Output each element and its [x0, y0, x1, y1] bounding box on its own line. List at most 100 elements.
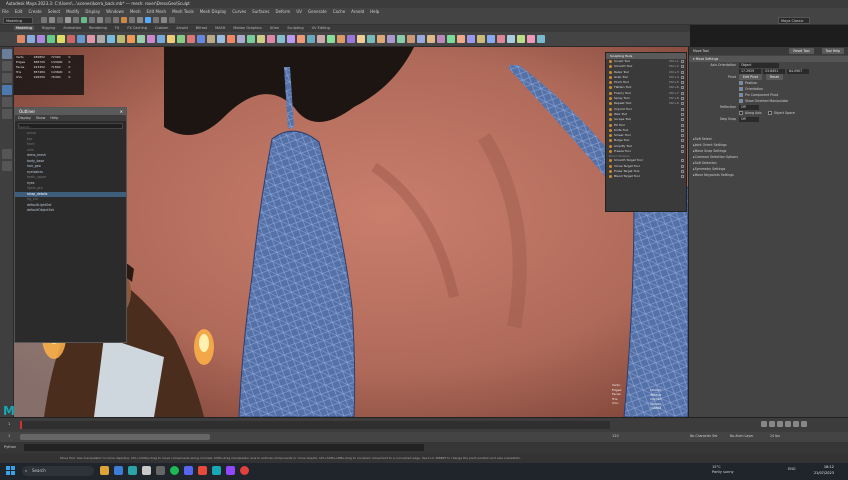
option-box-icon[interactable]: [681, 86, 684, 90]
close-icon[interactable]: ✕: [120, 108, 123, 115]
shelf-tool-icon[interactable]: [237, 35, 245, 43]
range-bar[interactable]: [20, 434, 210, 440]
z-field[interactable]: 84.0907: [787, 68, 809, 74]
shelf-tool-icon[interactable]: [397, 35, 405, 43]
shelf-tool-icon[interactable]: [197, 35, 205, 43]
reflection-dropdown[interactable]: Off: [739, 104, 759, 110]
shelf-tool-icon[interactable]: [77, 35, 85, 43]
object-space-checkbox[interactable]: [767, 111, 772, 115]
option-box-icon[interactable]: [681, 112, 684, 116]
menu-item[interactable]: File: [2, 9, 9, 14]
shelf-tool-icon[interactable]: [457, 35, 465, 43]
option-box-icon[interactable]: [681, 128, 684, 132]
shelf-tool-icon[interactable]: [347, 35, 355, 43]
shelf-tab[interactable]: Sculpting: [287, 26, 303, 30]
play-back-icon[interactable]: [777, 421, 783, 427]
shelf-tool-icon[interactable]: [67, 35, 75, 43]
option-box-icon[interactable]: [681, 164, 684, 168]
menu-item[interactable]: Arnold: [351, 9, 364, 14]
pivot-checkbox[interactable]: [739, 87, 743, 91]
command-language[interactable]: Python: [4, 445, 16, 449]
along-axis-checkbox[interactable]: [739, 111, 743, 115]
shelf-tool-icon[interactable]: [147, 35, 155, 43]
shelf-tool-icon[interactable]: [157, 35, 165, 43]
collapsed-section[interactable]: ▸ Move Keypoints Settings: [689, 172, 848, 178]
option-box-icon[interactable]: [681, 91, 684, 95]
pivot-checkbox[interactable]: [739, 99, 743, 103]
option-box-icon[interactable]: [681, 123, 684, 127]
shelf-tool-icon[interactable]: [377, 35, 385, 43]
sculpting-tools-menu[interactable]: Sculpting Tools Sculpt Tool Ctrl+1 Smooth …: [605, 52, 687, 212]
shelf-tool-icon[interactable]: [27, 35, 35, 43]
status-button-icon[interactable]: [57, 17, 63, 23]
shelf-tool-icon[interactable]: [507, 35, 515, 43]
outliner-search-field[interactable]: [19, 125, 122, 129]
shelf-tool-icon[interactable]: [467, 35, 475, 43]
shelf-tool-icon[interactable]: [217, 35, 225, 43]
shelf-tool-icon[interactable]: [37, 35, 45, 43]
paint-select-icon[interactable]: [2, 73, 12, 83]
shelf-tool-icon[interactable]: [127, 35, 135, 43]
menu-item[interactable]: Edit: [15, 9, 23, 14]
status-button-icon[interactable]: [169, 17, 175, 23]
shelf-tool-icon[interactable]: [57, 35, 65, 43]
shelf-tool-icon[interactable]: [537, 35, 545, 43]
x-field[interactable]: 17.2929: [739, 68, 761, 74]
option-box-icon[interactable]: [681, 65, 684, 69]
taskbar-search[interactable]: ⌕ Search: [22, 466, 94, 476]
step-snap-dropdown[interactable]: Off: [739, 116, 759, 122]
menu-item[interactable]: Windows: [106, 9, 124, 14]
option-box-icon[interactable]: [681, 134, 684, 138]
menu-item[interactable]: Mesh Tools: [172, 9, 194, 14]
shelf-tool-icon[interactable]: [227, 35, 235, 43]
menu-item[interactable]: Help: [370, 9, 379, 14]
edge-icon[interactable]: [114, 466, 123, 475]
menu-item[interactable]: Select: [48, 9, 60, 14]
layout-four-icon[interactable]: [2, 161, 12, 171]
menu-item[interactable]: Edit Mesh: [147, 9, 167, 14]
menu-item[interactable]: Mesh Display: [200, 9, 227, 14]
pivot-checkbox[interactable]: [739, 93, 743, 97]
shelf-tool-icon[interactable]: [267, 35, 275, 43]
menu-item[interactable]: Cache: [333, 9, 345, 14]
outliner-item[interactable]: defaultObjectSet: [15, 208, 126, 214]
reset-pivot-button[interactable]: Reset: [766, 74, 783, 80]
shelf-tool-icon[interactable]: [427, 35, 435, 43]
shelf-tab[interactable]: Rigging: [42, 26, 55, 30]
outliner-menu-item[interactable]: Show: [36, 116, 45, 120]
shelf-tool-icon[interactable]: [297, 35, 305, 43]
status-button-icon[interactable]: [65, 17, 71, 23]
status-button-icon[interactable]: [89, 17, 95, 23]
status-button-icon[interactable]: [49, 17, 55, 23]
character-set[interactable]: No Character Set: [690, 434, 717, 438]
status-button-icon[interactable]: [153, 17, 159, 23]
windows-start-icon[interactable]: [6, 466, 15, 475]
option-box-icon[interactable]: [681, 81, 684, 85]
menu-item[interactable]: Generate: [308, 9, 327, 14]
lasso-tool-icon[interactable]: [2, 61, 12, 71]
shelf-tool-icon[interactable]: [417, 35, 425, 43]
outliner-menu-item[interactable]: Help: [50, 116, 58, 120]
shelf-tool-icon[interactable]: [87, 35, 95, 43]
app2-icon[interactable]: [156, 466, 165, 475]
shelf-tool-icon[interactable]: [117, 35, 125, 43]
status-button-icon[interactable]: [129, 17, 135, 23]
option-box-icon[interactable]: [681, 139, 684, 143]
rotate-tool-icon[interactable]: [2, 97, 12, 107]
outliner-window[interactable]: Outliner ✕ Display Show Help persptopfront…: [14, 107, 127, 343]
shelf-tool-icon[interactable]: [387, 35, 395, 43]
option-box-icon[interactable]: [681, 102, 684, 106]
shelf-tab[interactable]: UV Editing: [312, 26, 330, 30]
status-button-icon[interactable]: [41, 17, 47, 23]
outliner-menu-item[interactable]: Display: [18, 116, 31, 120]
option-box-icon[interactable]: [681, 150, 684, 154]
shelf-tab[interactable]: FX: [115, 26, 119, 30]
shelf-tool-icon[interactable]: [367, 35, 375, 43]
anim-layer[interactable]: No Anim Layer: [730, 434, 753, 438]
play-icon[interactable]: [785, 421, 791, 427]
shelf-tool-icon[interactable]: [447, 35, 455, 43]
shelf-tab[interactable]: Custom: [155, 26, 168, 30]
option-box-icon[interactable]: [681, 175, 684, 179]
shelf-tool-icon[interactable]: [517, 35, 525, 43]
option-box-icon[interactable]: [681, 144, 684, 148]
